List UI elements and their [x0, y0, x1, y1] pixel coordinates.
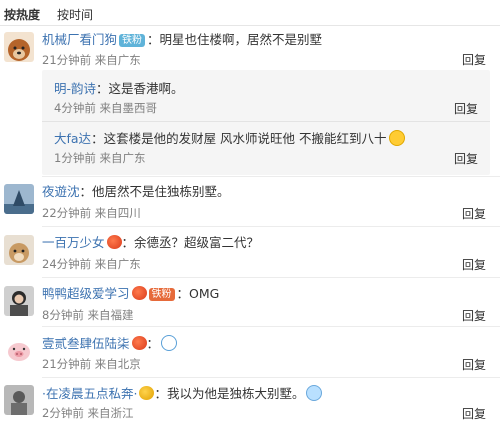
reply-button[interactable]: 回复 — [454, 150, 478, 167]
reply-text: ：这是香港啊。 — [96, 81, 184, 96]
sort-bar: 按热度 按时间 — [0, 0, 500, 26]
reply-time: 1分钟前 — [54, 151, 96, 165]
reply-button[interactable]: 回复 — [462, 51, 486, 68]
user-avatar[interactable] — [4, 286, 34, 316]
vip-badge-icon — [131, 336, 147, 350]
cry-emoji-icon — [306, 385, 323, 401]
user-avatar[interactable] — [4, 235, 34, 265]
reply-thread: 明-韵诗：这是香港啊。 4分钟前 来自墨西哥 回复 大fa达：这套楼是他的发财屋… — [42, 70, 490, 175]
grin-emoji-icon — [388, 130, 405, 146]
sort-by-hot-tab[interactable]: 按热度 — [4, 6, 40, 23]
comment-time: 24分钟前 — [42, 257, 92, 271]
comment-username[interactable]: 机械厂看门狗 — [42, 32, 117, 47]
reply-text: ：这套楼是他的发财屋 风水师说旺他 不搬能红到八十 — [91, 131, 387, 146]
comment-text: ： — [146, 336, 160, 351]
comment-time: 22分钟前 — [42, 206, 92, 220]
iron-fan-badge: 铁粉 — [148, 288, 175, 301]
comment-username[interactable]: 一百万少女 — [42, 235, 105, 250]
vip-badge-icon — [131, 286, 147, 300]
comment-username[interactable]: ·在凌晨五点私奔· — [42, 386, 137, 401]
comment-source: 来自广东 — [94, 257, 141, 271]
comment-text: ：他居然不是住独栋别墅。 — [79, 184, 230, 199]
reply-button[interactable]: 回复 — [462, 405, 486, 422]
comment-time: 8分钟前 — [42, 308, 84, 322]
reply-time: 4分钟前 — [54, 101, 96, 115]
comment-divider — [42, 377, 500, 378]
comment-text: ：余德丞？超级富二代？ — [121, 235, 260, 250]
iron-fan-badge: 铁粉 — [119, 34, 146, 47]
comment-item: 壹贰叁肆伍陆柒 ： 21分钟前 来自北京 回复 — [0, 330, 500, 380]
comment-username[interactable]: 壹贰叁肆伍陆柒 — [42, 336, 130, 351]
user-avatar[interactable] — [4, 385, 34, 415]
pig-avatar[interactable] — [4, 335, 34, 365]
comment-source: 来自四川 — [94, 206, 141, 220]
comment-username[interactable]: 鸭鸭超级爱学习 — [42, 286, 130, 301]
comment-source: 来自浙江 — [87, 406, 134, 420]
comment-item: 夜遊沈：他居然不是住独栋别墅。 22分钟前 来自四川 回复 — [0, 180, 500, 230]
comment-item: 机械厂看门狗 铁粉 ：明星也住楼啊，居然不是别墅 21分钟前 来自广东 回复 明-韵… — [0, 26, 500, 198]
reply-button[interactable]: 回复 — [454, 100, 478, 117]
dog-avatar[interactable] — [4, 32, 34, 62]
comment-text: ：我以为他是独栋大别墅。 — [154, 386, 305, 401]
reply-username[interactable]: 大fa达 — [54, 131, 91, 146]
comment-item: 鸭鸭超级爱学习 铁粉 ：OMG 8分钟前 来自福建 回复 — [0, 282, 500, 330]
reply-button[interactable]: 回复 — [462, 307, 486, 324]
sticker-emoji-icon — [161, 335, 178, 351]
comment-time: 21分钟前 — [42, 357, 92, 371]
comment-username[interactable]: 夜遊沈 — [42, 184, 80, 199]
comment-time: 21分钟前 — [42, 53, 92, 67]
comment-time: 2分钟前 — [42, 406, 84, 420]
comment-text: ：OMG — [176, 286, 220, 301]
sort-by-time-tab[interactable]: 按时间 — [57, 6, 93, 23]
comment-source: 来自广东 — [94, 53, 141, 67]
vip-badge-icon — [106, 235, 122, 249]
reply-source: 来自墨西哥 — [99, 101, 157, 115]
comment-text: ：明星也住楼啊，居然不是别墅 — [147, 32, 323, 47]
reply-username[interactable]: 明-韵诗 — [54, 81, 96, 96]
comment-divider — [42, 176, 500, 177]
comment-divider — [42, 326, 500, 327]
reply-button[interactable]: 回复 — [462, 256, 486, 273]
user-avatar[interactable] — [4, 184, 34, 214]
reply-button[interactable]: 回复 — [462, 205, 486, 222]
comment-source: 来自福建 — [87, 308, 134, 322]
comment-source: 来自北京 — [94, 357, 141, 371]
comment-divider — [42, 226, 500, 227]
reply-button[interactable]: 回复 — [462, 356, 486, 373]
comment-item: 一百万少女 ：余德丞？超级富二代？ 24分钟前 来自广东 回复 — [0, 230, 500, 280]
reply-source: 来自广东 — [99, 151, 146, 165]
vip-badge-icon — [139, 386, 155, 400]
comment-divider — [42, 277, 500, 278]
comment-item: ·在凌晨五点私奔· ：我以为他是独栋大别墅。 2分钟前 来自浙江 回复 — [0, 381, 500, 423]
reply-divider — [42, 121, 490, 122]
